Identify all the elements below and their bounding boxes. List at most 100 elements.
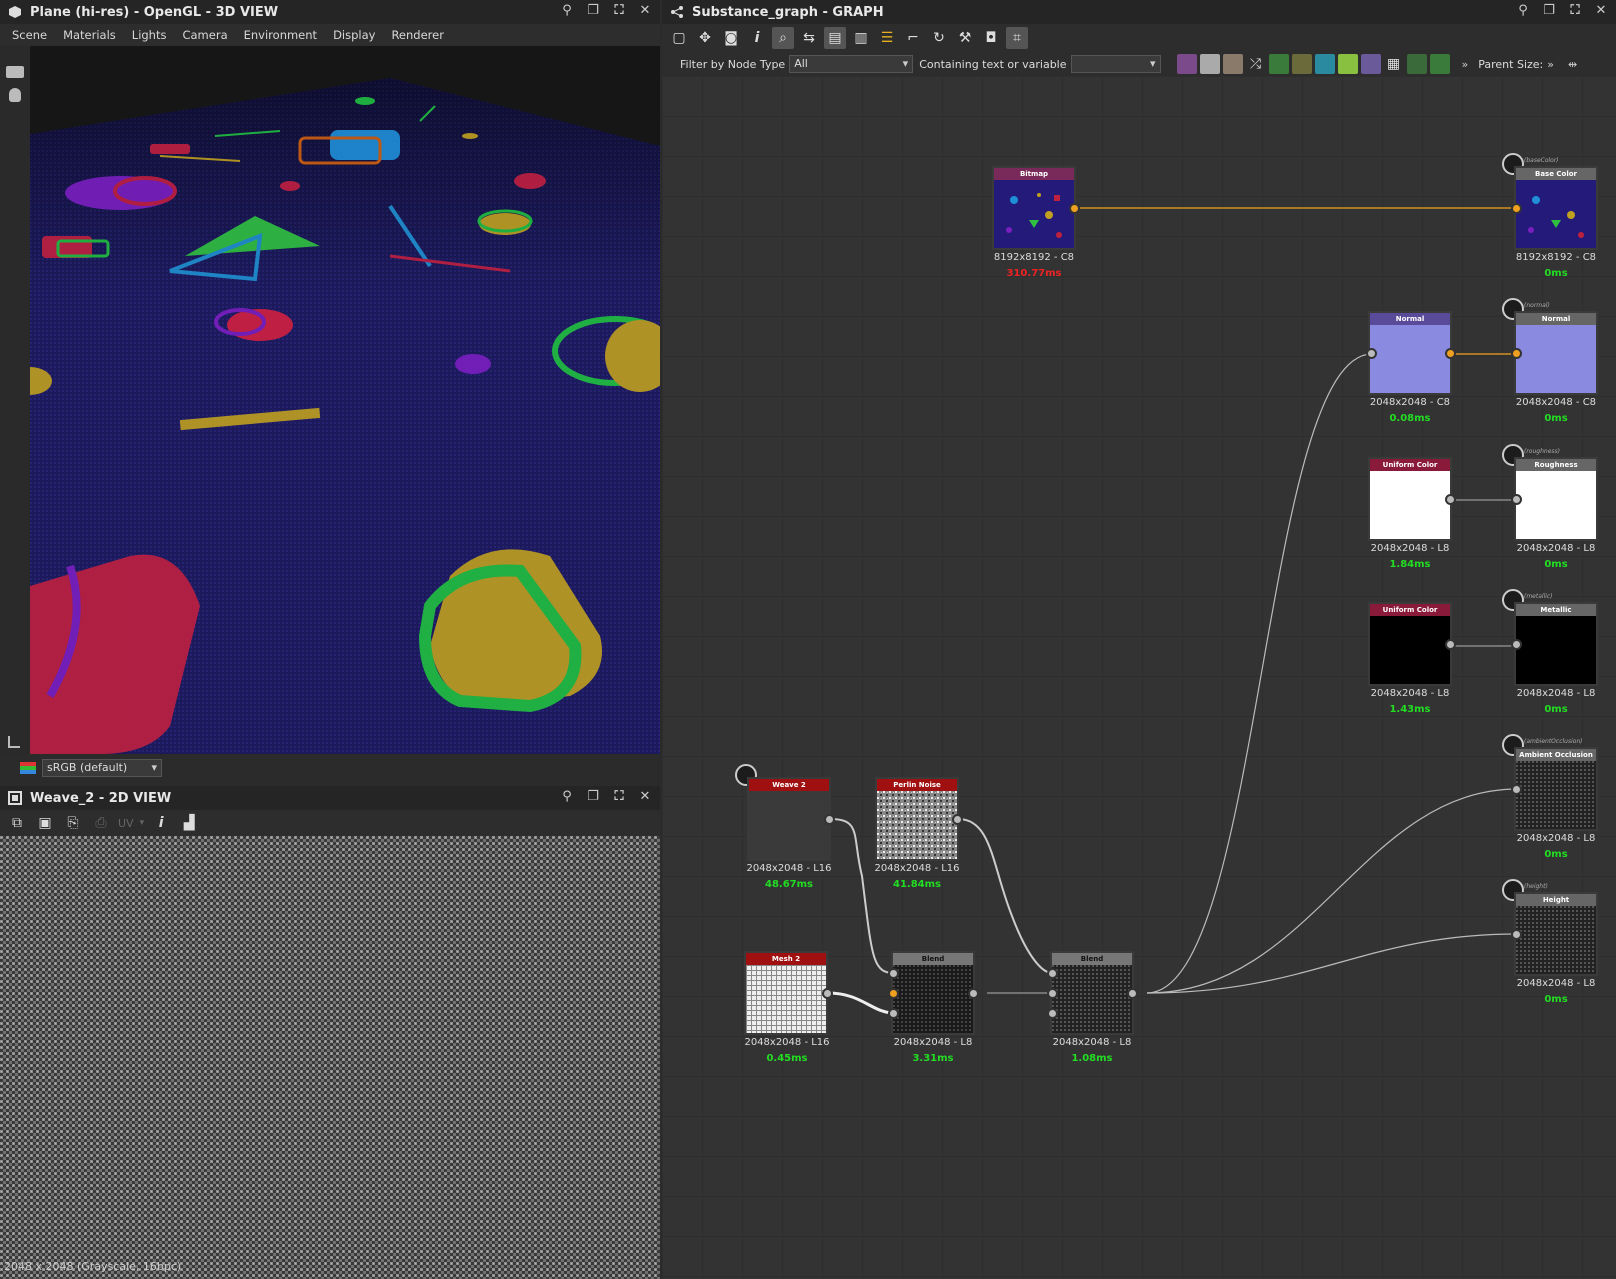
node-normal[interactable]: Normal — [1368, 311, 1452, 395]
preview-icon[interactable]: ◘ — [980, 27, 1002, 49]
fit-view-icon[interactable]: ⧉ — [6, 812, 28, 834]
input-port[interactable] — [1511, 494, 1522, 505]
node-mesh[interactable]: Mesh 2 — [744, 951, 828, 1035]
pan-icon[interactable]: ✥ — [694, 27, 716, 49]
node-perlin-noise[interactable]: Perlin Noise — [875, 777, 959, 861]
grid-icon[interactable]: ⌗ — [1006, 27, 1028, 49]
input-port[interactable] — [888, 968, 899, 979]
menu-environment[interactable]: Environment — [236, 28, 325, 42]
distribute-icon[interactable]: ☰ — [876, 27, 898, 49]
transform-filter-icon[interactable] — [1314, 54, 1335, 74]
menu-scene[interactable]: Scene — [4, 28, 55, 42]
node-basecolor-output[interactable]: Base Color — [1514, 166, 1598, 250]
svg-filter-icon[interactable] — [1199, 54, 1220, 74]
output-port[interactable] — [1069, 203, 1080, 214]
frame-icon[interactable]: ▢ — [668, 27, 690, 49]
color-filter-icon[interactable] — [1222, 54, 1243, 74]
viewport-3d[interactable] — [30, 46, 660, 754]
node-normal-output[interactable]: Normal — [1514, 311, 1598, 395]
align-icon[interactable]: ▤ — [824, 27, 846, 49]
link-size-icon[interactable]: ⇹ — [1568, 58, 1577, 71]
colorspace-select[interactable]: sRGB (default) — [42, 759, 162, 777]
search-icon[interactable]: ⌕ — [772, 27, 794, 49]
output-port[interactable] — [1445, 348, 1456, 359]
random-filter-icon[interactable]: ⤮ — [1246, 54, 1266, 74]
layout-icon[interactable]: ▥ — [850, 27, 872, 49]
menu-renderer[interactable]: Renderer — [383, 28, 452, 42]
chevron-right-icon[interactable]: » — [1547, 58, 1554, 71]
info-icon[interactable]: i — [150, 812, 172, 834]
output-port[interactable] — [1445, 639, 1456, 650]
input-port[interactable] — [1047, 1008, 1058, 1019]
restore-icon[interactable]: ❐ — [1542, 4, 1556, 18]
menu-display[interactable]: Display — [325, 28, 383, 42]
uv-label[interactable]: UV — [118, 817, 134, 830]
input-port[interactable] — [1511, 929, 1522, 940]
input-port[interactable] — [1366, 348, 1377, 359]
restore-icon[interactable]: ❐ — [586, 4, 600, 18]
tools-icon[interactable]: ⚒ — [954, 27, 976, 49]
restore-icon[interactable]: ❐ — [586, 790, 600, 804]
node-bitmap[interactable]: Bitmap — [992, 166, 1076, 250]
chevron-down-icon[interactable]: ▾ — [140, 818, 145, 828]
close-icon[interactable]: ✕ — [1594, 4, 1608, 18]
containing-input[interactable] — [1070, 55, 1161, 73]
graph-canvas[interactable] — [662, 76, 1616, 1279]
node-height-output[interactable]: Height — [1514, 892, 1598, 976]
output-port[interactable] — [968, 988, 979, 999]
close-icon[interactable]: ✕ — [638, 790, 652, 804]
output-port[interactable] — [1127, 988, 1138, 999]
pin-icon[interactable]: ⚲ — [560, 4, 574, 18]
pin-icon[interactable]: ⚲ — [560, 790, 574, 804]
input-port[interactable] — [1511, 784, 1522, 795]
info-icon[interactable]: i — [746, 27, 768, 49]
input-port[interactable] — [1511, 639, 1522, 650]
node-uniform-color-2[interactable]: Uniform Color — [1368, 602, 1452, 686]
node-ambient-occlusion-output[interactable]: Ambient Occlusion — [1514, 747, 1598, 831]
input-port[interactable] — [1047, 968, 1058, 979]
input-port[interactable] — [888, 988, 899, 999]
refresh-icon[interactable]: ↻ — [928, 27, 950, 49]
output-port[interactable] — [1445, 494, 1456, 505]
node-metallic-output[interactable]: Metallic — [1514, 602, 1598, 686]
input-port[interactable] — [888, 1008, 899, 1019]
output-port[interactable] — [824, 814, 835, 825]
output-filter-icon[interactable] — [1406, 54, 1427, 74]
histogram-icon[interactable]: ▟ — [178, 812, 200, 834]
filter-select[interactable]: All — [789, 55, 914, 73]
node-roughness-output[interactable]: Roughness — [1514, 457, 1598, 541]
tile-filter-icon[interactable]: ▦ — [1384, 54, 1404, 74]
close-icon[interactable]: ✕ — [638, 4, 652, 18]
node-blend-1[interactable]: Blend — [891, 951, 975, 1035]
shape-filter-icon[interactable] — [1360, 54, 1381, 74]
bitmap-filter-icon[interactable] — [1176, 54, 1197, 74]
pin-icon[interactable]: ⚲ — [1516, 4, 1530, 18]
menu-materials[interactable]: Materials — [55, 28, 124, 42]
output-port[interactable] — [952, 814, 963, 825]
levels-filter-icon[interactable] — [1291, 54, 1312, 74]
link-icon[interactable]: ⇆ — [798, 27, 820, 49]
export-icon[interactable]: ⎙ — [90, 812, 112, 834]
output-port[interactable] — [822, 988, 833, 999]
input-filter-icon[interactable] — [1429, 54, 1450, 74]
more-icon[interactable]: » — [1462, 58, 1469, 71]
input-port[interactable] — [1511, 203, 1522, 214]
menu-camera[interactable]: Camera — [174, 28, 235, 42]
maximize-icon[interactable]: ⛶ — [1568, 4, 1582, 18]
input-port[interactable] — [1047, 988, 1058, 999]
node-uniform-color-1[interactable]: Uniform Color — [1368, 457, 1452, 541]
save-icon[interactable]: ▣ — [34, 812, 56, 834]
viewport-2d[interactable] — [0, 836, 660, 1279]
connect-icon[interactable]: ⌐ — [902, 27, 924, 49]
camera-icon[interactable] — [6, 66, 24, 78]
snapshot-icon[interactable]: ◙ — [720, 27, 742, 49]
input-port[interactable] — [1511, 348, 1522, 359]
light-icon[interactable] — [9, 88, 21, 102]
node-weave[interactable]: Weave 2 — [747, 777, 831, 861]
maximize-icon[interactable]: ⛶ — [612, 790, 626, 804]
node-blend-2[interactable]: Blend — [1050, 951, 1134, 1035]
gradient-filter-icon[interactable] — [1337, 54, 1358, 74]
copy-icon[interactable]: ⎘ — [62, 812, 84, 834]
outliner-icon[interactable] — [8, 736, 20, 748]
maximize-icon[interactable]: ⛶ — [612, 4, 626, 18]
